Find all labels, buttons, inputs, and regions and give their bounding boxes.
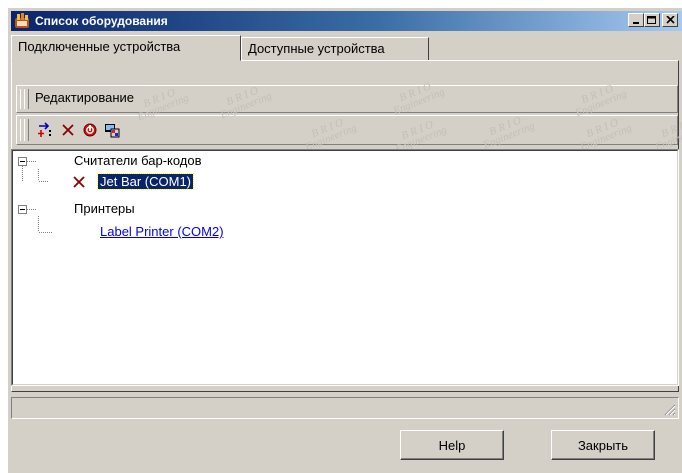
collapse-barcode-readers[interactable]: [18, 157, 27, 166]
close-button[interactable]: Закрыть: [551, 430, 655, 460]
menu-editing[interactable]: Редактирование: [35, 90, 134, 105]
equipment-list-window: Список оборудования Подключенные устройс…: [8, 8, 682, 473]
toolbar-band: [16, 115, 678, 145]
device-tree[interactable]: Считатели бар-кодов Jet Bar (COM1) Принт…: [11, 149, 679, 386]
delete-icon: [62, 124, 74, 136]
properties-button[interactable]: [101, 119, 123, 141]
menu-band: Редактирование: [16, 85, 678, 113]
disconnect-icon: [83, 123, 97, 137]
minimize-icon: [633, 22, 639, 24]
maximize-icon: [647, 15, 656, 24]
tree-item-jet-bar[interactable]: Jet Bar (COM1): [96, 173, 195, 190]
add-device-button[interactable]: [35, 119, 57, 141]
tab-available-devices[interactable]: Доступные устройства: [241, 37, 429, 61]
device-error-icon: [73, 176, 85, 188]
size-grip-icon[interactable]: [664, 404, 676, 416]
collapse-printers[interactable]: [18, 205, 27, 214]
disconnect-button[interactable]: [79, 119, 101, 141]
tree-item-label-printer[interactable]: Label Printer (COM2): [100, 224, 224, 239]
delete-button[interactable]: [57, 119, 79, 141]
close-window-button[interactable]: [662, 13, 678, 27]
app-icon: [15, 13, 29, 28]
help-button[interactable]: Help: [400, 430, 504, 460]
title-bar[interactable]: Список оборудования: [11, 11, 682, 31]
window-title: Список оборудования: [35, 14, 168, 28]
properties-icon: [105, 124, 120, 138]
tab-connected-devices[interactable]: Подключенные устройства: [11, 35, 241, 61]
close-icon: [665, 16, 675, 24]
tree-group-barcode-readers[interactable]: Считатели бар-кодов: [74, 153, 202, 168]
maximize-button[interactable]: [644, 13, 660, 27]
add-device-icon: [38, 122, 51, 137]
minimize-button[interactable]: [628, 13, 644, 27]
tree-group-printers[interactable]: Принтеры: [74, 201, 135, 216]
status-bar: [11, 397, 679, 419]
